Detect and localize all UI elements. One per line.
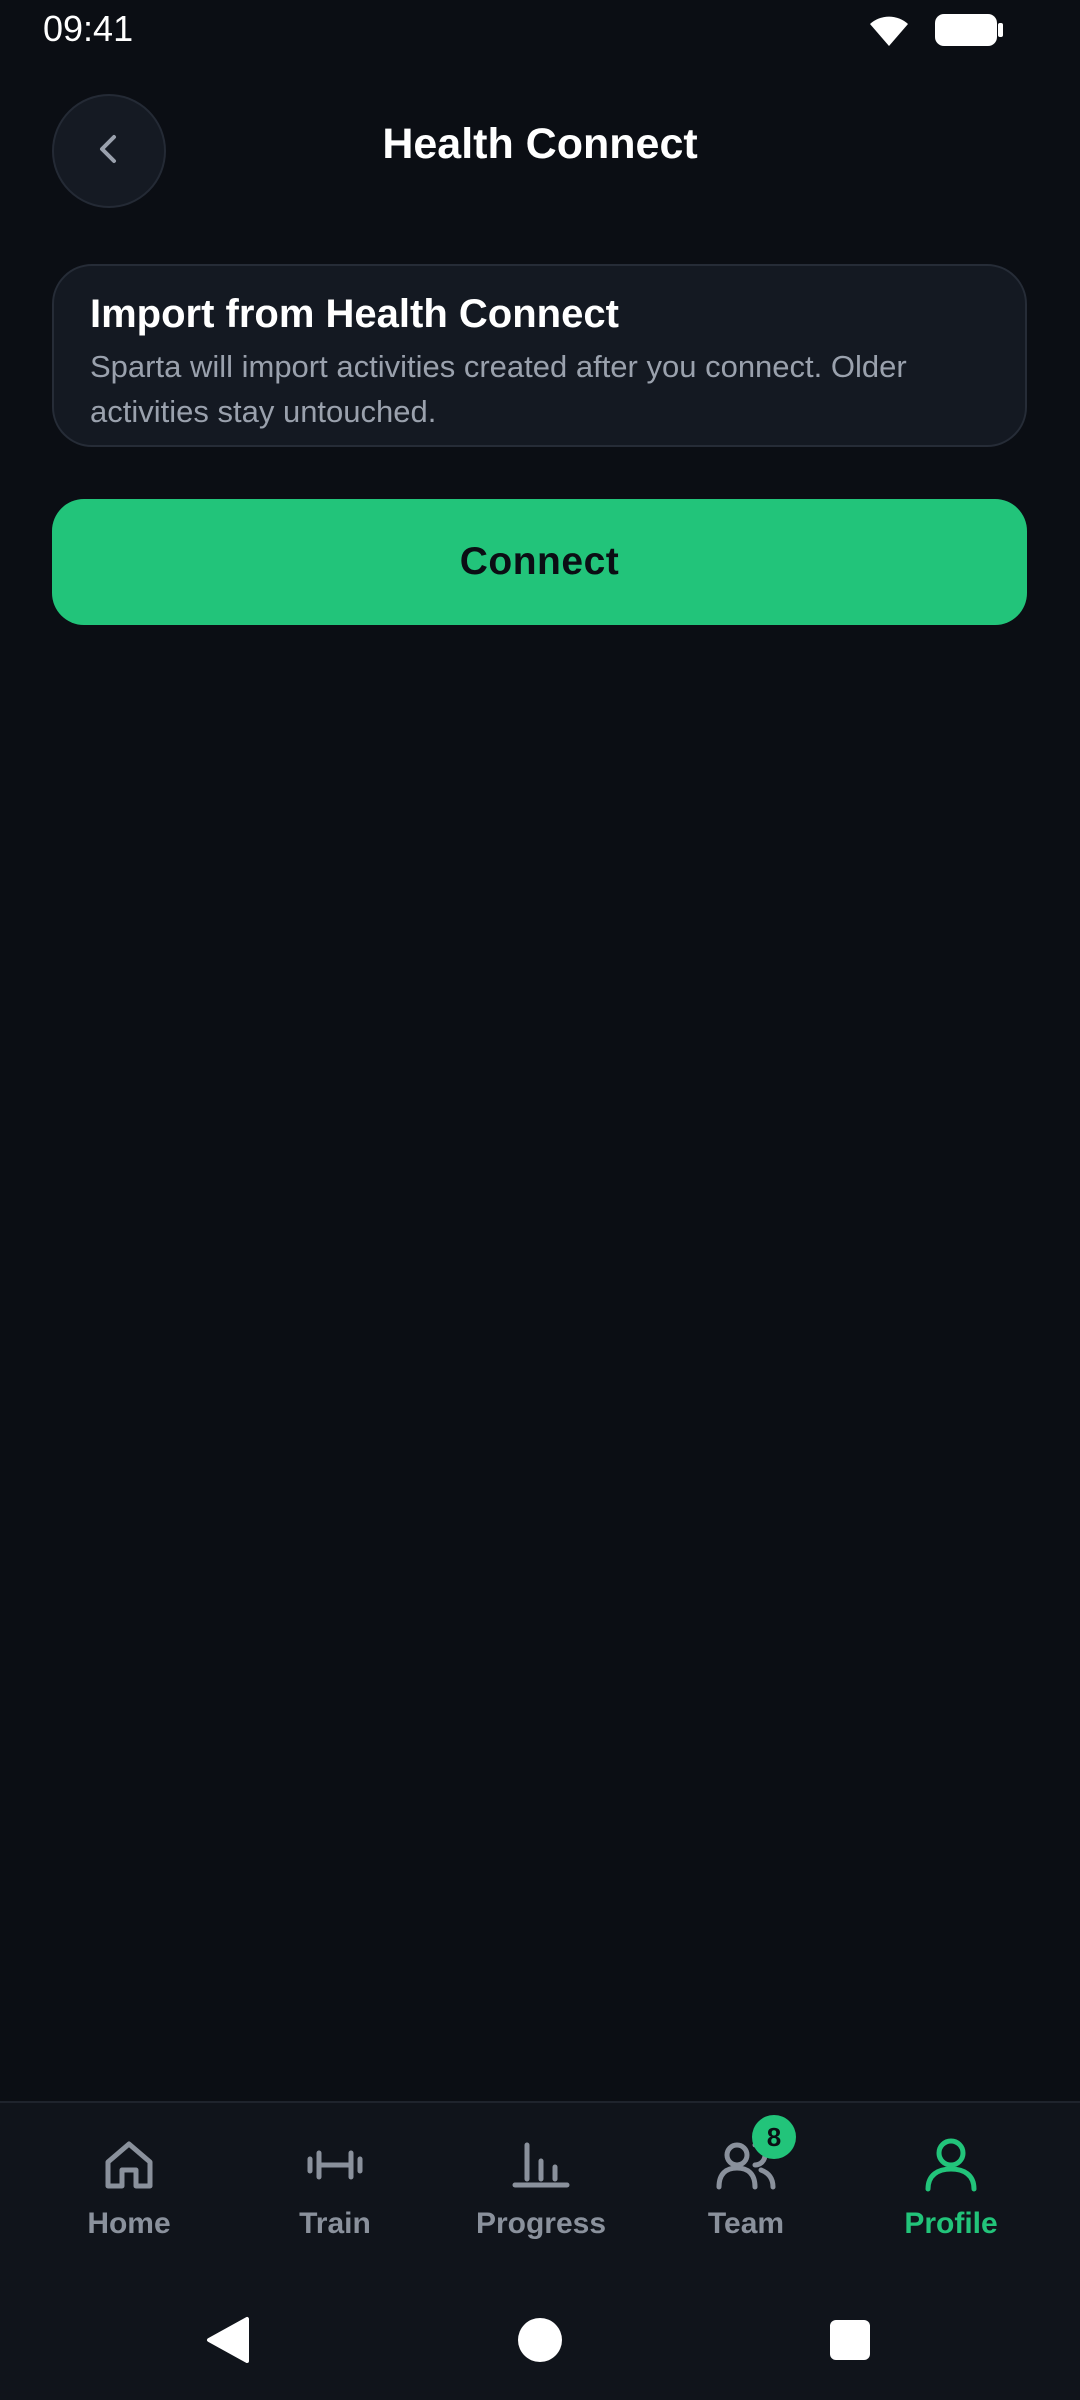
home-circle-icon bbox=[517, 2317, 563, 2368]
info-card-title: Import from Health Connect bbox=[90, 292, 619, 336]
nav-item-team[interactable]: 8 Team bbox=[646, 2115, 846, 2263]
recents-square-icon bbox=[829, 2319, 871, 2366]
system-recents-button[interactable] bbox=[815, 2307, 885, 2377]
nav-label-team: Team bbox=[707, 2207, 785, 2240]
user-icon bbox=[919, 2133, 983, 2197]
system-nav-bar bbox=[0, 2285, 1080, 2400]
info-card-body: Sparta will import activities created af… bbox=[90, 349, 907, 429]
status-time: 09:41 bbox=[43, 8, 134, 49]
nav-label-train: Train bbox=[299, 2207, 371, 2240]
bar-chart-icon bbox=[509, 2133, 573, 2197]
nav-item-progress[interactable]: Progress bbox=[441, 2133, 641, 2263]
nav-label-progress: Progress bbox=[475, 2207, 607, 2240]
battery-icon bbox=[934, 12, 1004, 53]
connect-button[interactable]: Connect bbox=[52, 499, 1027, 625]
back-triangle-icon bbox=[205, 2315, 251, 2370]
nav-label-profile: Profile bbox=[904, 2207, 998, 2240]
nav-label-home: Home bbox=[87, 2207, 171, 2240]
team-badge: 8 bbox=[752, 2115, 796, 2159]
status-icons bbox=[866, 12, 1004, 53]
info-card: Import from Health Connect Sparta will i… bbox=[52, 264, 1027, 447]
system-home-button[interactable] bbox=[505, 2307, 575, 2377]
users-icon: 8 bbox=[714, 2115, 796, 2197]
nav-item-profile[interactable]: Profile bbox=[851, 2133, 1051, 2263]
nav-item-train[interactable]: Train bbox=[235, 2133, 435, 2263]
dumbbell-icon bbox=[303, 2133, 367, 2197]
home-icon bbox=[97, 2133, 161, 2197]
bottom-nav: Home Train Progress 8 Team Profile bbox=[0, 2101, 1080, 2285]
header: Health Connect bbox=[0, 90, 1080, 216]
nav-item-home[interactable]: Home bbox=[29, 2133, 229, 2263]
page-title: Health Connect bbox=[382, 120, 698, 168]
system-back-button[interactable] bbox=[193, 2307, 263, 2377]
wifi-icon bbox=[866, 12, 912, 53]
status-bar: 09:41 bbox=[0, 0, 1080, 60]
